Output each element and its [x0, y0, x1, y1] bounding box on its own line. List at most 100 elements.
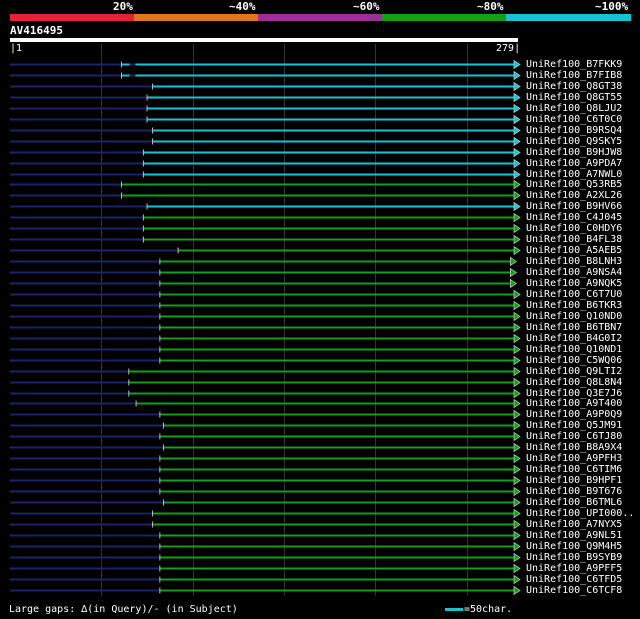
- hit-row: [10, 179, 521, 190]
- hit-row: [10, 234, 521, 245]
- hit-row: [10, 464, 521, 475]
- hit-label[interactable]: UniRef100_A9T400: [526, 398, 622, 409]
- hit-label[interactable]: UniRef100_B8LNH3: [526, 256, 622, 267]
- hit-label[interactable]: UniRef100_C4J045: [526, 212, 622, 223]
- arrow-head: [513, 486, 521, 497]
- hit-label[interactable]: UniRef100_Q10ND0: [526, 311, 622, 322]
- hit-label[interactable]: UniRef100_B6TML6: [526, 497, 622, 508]
- hit-label[interactable]: UniRef100_C6T7U0: [526, 289, 622, 300]
- hit-label[interactable]: UniRef100_B8A9X4: [526, 442, 622, 453]
- hit-row: [10, 147, 521, 158]
- hit-label[interactable]: UniRef100_A7NYX5: [526, 519, 622, 530]
- hit-row: [10, 431, 521, 442]
- hit-label[interactable]: UniRef100_A5AEB5: [526, 245, 622, 256]
- arrow-head: [513, 114, 521, 125]
- arrow-head: [513, 311, 521, 322]
- arrow-head: [513, 464, 521, 475]
- hit-label[interactable]: UniRef100_B4G0I2: [526, 333, 622, 344]
- hit-label[interactable]: UniRef100_A9P0Q9: [526, 409, 622, 420]
- hit-label[interactable]: UniRef100_C6T0C0: [526, 114, 622, 125]
- hit-label[interactable]: UniRef100_B7FIB8: [526, 70, 622, 81]
- arrow-head: [513, 431, 521, 442]
- hit-label[interactable]: UniRef100_B9HV66: [526, 201, 622, 212]
- hit-label[interactable]: UniRef100_Q10ND1: [526, 344, 622, 355]
- hit-row: [10, 388, 521, 399]
- hit-label[interactable]: UniRef100_B9RSQ4: [526, 125, 622, 136]
- hit-label[interactable]: UniRef100_Q9M4H5: [526, 541, 622, 552]
- hit-row: [10, 70, 521, 81]
- hit-row: [10, 169, 521, 180]
- hit-row: [10, 201, 521, 212]
- hit-label[interactable]: UniRef100_A9NSA4: [526, 267, 622, 278]
- arrow-head: [513, 300, 521, 311]
- hit-label[interactable]: UniRef100_A9PDA7: [526, 158, 622, 169]
- hit-row: [10, 322, 521, 333]
- hit-label[interactable]: UniRef100_A9NQK5: [526, 278, 622, 289]
- hit-row: [10, 475, 521, 486]
- hit-label[interactable]: UniRef100_UPI000..: [526, 508, 634, 519]
- arrow-head: [513, 552, 521, 563]
- hit-row: [10, 442, 521, 453]
- arrow-head: [513, 190, 521, 201]
- hit-label[interactable]: UniRef100_B9SYB9: [526, 552, 622, 563]
- hit-row: [10, 486, 521, 497]
- hit-label[interactable]: UniRef100_Q8GT38: [526, 81, 622, 92]
- hit-label[interactable]: UniRef100_Q5JM91: [526, 420, 622, 431]
- hit-row: [10, 497, 521, 508]
- hit-row: [10, 311, 521, 322]
- arrow-head: [513, 234, 521, 245]
- arrow-head: [513, 125, 521, 136]
- arrow-head: [513, 169, 521, 180]
- hit-label[interactable]: UniRef100_Q53RB5: [526, 179, 622, 190]
- hit-row: [10, 300, 521, 311]
- arrow-head: [509, 267, 517, 278]
- hit-label[interactable]: UniRef100_B9T676: [526, 486, 622, 497]
- hit-row: [10, 245, 521, 256]
- hit-label[interactable]: UniRef100_C5WQ06: [526, 355, 622, 366]
- hit-label[interactable]: UniRef100_A9NL51: [526, 530, 622, 541]
- arrow-head: [513, 475, 521, 486]
- hit-row: [10, 158, 521, 169]
- arrow-head: [513, 420, 521, 431]
- hit-label[interactable]: UniRef100_C6TJ80: [526, 431, 622, 442]
- hit-row: [10, 103, 521, 114]
- arrow-head: [513, 530, 521, 541]
- arrow-head: [513, 81, 521, 92]
- hit-label[interactable]: UniRef100_Q8L8N4: [526, 377, 622, 388]
- hit-label[interactable]: UniRef100_B9HJW8: [526, 147, 622, 158]
- hit-row: [10, 212, 521, 223]
- hit-row: [10, 344, 521, 355]
- arrow-head: [513, 442, 521, 453]
- hit-label[interactable]: UniRef100_A9PFH3: [526, 453, 622, 464]
- arrow-head: [509, 278, 517, 289]
- hit-label[interactable]: UniRef100_Q9SKY5: [526, 136, 622, 147]
- hit-label[interactable]: UniRef100_B9HPF1: [526, 475, 622, 486]
- hit-row: [10, 366, 521, 377]
- hit-row: [10, 530, 521, 541]
- arrow-head: [513, 409, 521, 420]
- arrow-head: [513, 585, 521, 596]
- hit-label[interactable]: UniRef100_C6TFD5: [526, 574, 622, 585]
- hit-row: [10, 267, 517, 278]
- arrow-head: [509, 256, 517, 267]
- hit-label[interactable]: UniRef100_B6TKR3: [526, 300, 622, 311]
- hit-label[interactable]: UniRef100_A2XL26: [526, 190, 622, 201]
- hit-label[interactable]: UniRef100_Q8LJU2: [526, 103, 622, 114]
- hit-label[interactable]: UniRef100_C0HDY6: [526, 223, 622, 234]
- hit-label[interactable]: UniRef100_B7FKK9: [526, 59, 622, 70]
- hit-label[interactable]: UniRef100_B6TBN7: [526, 322, 622, 333]
- hit-label[interactable]: UniRef100_Q8GT55: [526, 92, 622, 103]
- arrow-head: [513, 453, 521, 464]
- hit-label[interactable]: UniRef100_Q9LTI2: [526, 366, 622, 377]
- hit-row: [10, 420, 521, 431]
- hit-label[interactable]: UniRef100_A9PFF5: [526, 563, 622, 574]
- arrow-head: [513, 147, 521, 158]
- arrow-head: [513, 519, 521, 530]
- hit-label[interactable]: UniRef100_C6TIM6: [526, 464, 622, 475]
- hit-label[interactable]: UniRef100_C6TCF8: [526, 585, 622, 596]
- arrow-head: [513, 179, 521, 190]
- hit-row: [10, 585, 521, 596]
- hit-label[interactable]: UniRef100_B4FL38: [526, 234, 622, 245]
- hit-row: [10, 453, 521, 464]
- hit-row: [10, 409, 521, 420]
